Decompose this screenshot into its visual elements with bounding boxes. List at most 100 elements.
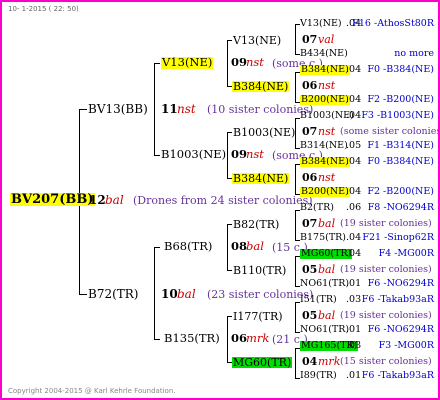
date-stamp: 10- 1-2015 ( 22: 50) bbox=[8, 5, 79, 13]
gen4-breeder: mrk bbox=[318, 355, 341, 368]
pedigree-frame: { "header": { "date": "10- 1-2015 ( 22: … bbox=[0, 0, 440, 400]
gen4-breeder: nst bbox=[318, 125, 336, 138]
gen4-origin: F2 -B200(NE) bbox=[367, 94, 434, 105]
gen4-year-code: .01 bbox=[346, 324, 362, 335]
gen4-year-code: .03 bbox=[346, 340, 362, 351]
gen4-queen[interactable]: B384(NE) bbox=[300, 157, 350, 167]
gen4-note: (15 sister colonies) bbox=[340, 356, 432, 367]
gen4-note: (19 sister colonies) bbox=[340, 264, 432, 275]
gen4-queen[interactable]: B434(NE) bbox=[300, 49, 348, 59]
gen4-origin: F6 -NO6294R bbox=[367, 278, 434, 289]
gen3-b2-queen[interactable]: B384(NE) bbox=[232, 173, 290, 184]
gen4-year: 07 bbox=[302, 217, 318, 230]
gen4-year-code: .01 bbox=[346, 278, 362, 289]
gen4-year-code: .04 bbox=[346, 186, 362, 197]
gen1-lower-breeder: bal bbox=[177, 287, 196, 301]
gen2-a-breeder: nst bbox=[246, 55, 264, 69]
gen4-origin: F6 -NO6294R bbox=[367, 324, 434, 335]
gen2-d-year: 06 bbox=[231, 331, 248, 345]
gen4-origin: F4 -MG00R bbox=[378, 248, 434, 259]
gen4-note: (19 sister colonies) bbox=[340, 310, 432, 321]
gen4-year: 05 bbox=[302, 263, 318, 276]
gen3-d1-queen[interactable]: I177(TR) bbox=[233, 311, 283, 322]
bracket-b72 bbox=[154, 247, 155, 339]
gen3-c1-queen[interactable]: B82(TR) bbox=[233, 219, 279, 230]
gen4-breeder: val bbox=[318, 33, 335, 46]
gen1-lower-year: 10 bbox=[161, 287, 178, 301]
gen3-c2-queen[interactable]: B110(TR) bbox=[233, 265, 286, 276]
gen1-lower-queen[interactable]: B72(TR) bbox=[88, 288, 139, 300]
gen3-b1-queen[interactable]: B1003(NE) bbox=[233, 127, 295, 138]
gen4-origin: F1 -B314(NE) bbox=[367, 140, 434, 151]
gen2-a-year: 09 bbox=[231, 55, 248, 69]
gen4-queen[interactable]: V13(NE) bbox=[300, 19, 342, 29]
gen4-breeder: bal bbox=[318, 309, 336, 322]
root-note: (Drones from 24 sister colonies) bbox=[133, 194, 313, 207]
gen4-origin: F3 -MG00R bbox=[378, 340, 434, 351]
gen3-a1-queen[interactable]: V13(NE) bbox=[233, 35, 281, 46]
gen4-origin: F3 -B1003(NE) bbox=[361, 110, 434, 121]
gen2-c-queen[interactable]: B68(TR) bbox=[164, 240, 212, 253]
gen4-queen[interactable]: B175(TR) bbox=[300, 233, 346, 243]
root-queen[interactable]: BV207(BB) bbox=[10, 193, 95, 206]
gen2-c-breeder: bal bbox=[246, 239, 264, 253]
gen4-year-code: .04 bbox=[346, 232, 362, 243]
gen4-year-code: .03 bbox=[346, 294, 362, 305]
gen4-origin: F6 -Takab93aR bbox=[361, 370, 434, 381]
gen4-queen[interactable]: B314(NE) bbox=[300, 141, 348, 151]
gen4-queen[interactable]: B2(TR) bbox=[300, 203, 334, 213]
root-year: 12 bbox=[89, 193, 106, 207]
gen4-year-code: .04 bbox=[346, 248, 362, 259]
gen4-queen[interactable]: I89(TR) bbox=[300, 371, 337, 381]
gen4-origin: F0 -B384(NE) bbox=[367, 64, 434, 75]
root-breeder: bal bbox=[105, 193, 124, 207]
gen4-origin: no more bbox=[394, 48, 434, 59]
gen4-origin: F0 -B384(NE) bbox=[367, 156, 434, 167]
gen1-upper-year: 11 bbox=[161, 102, 178, 116]
gen4-year-code: .04 bbox=[346, 64, 362, 75]
gen4-breeder: nst bbox=[318, 171, 336, 184]
gen4-queen[interactable]: B384(NE) bbox=[300, 65, 350, 75]
gen1-upper-queen[interactable]: BV13(BB) bbox=[88, 103, 148, 115]
gen4-year-code: .06 bbox=[346, 202, 362, 213]
gen4-queen[interactable]: I51(TR) bbox=[300, 295, 337, 305]
copyright: Copyright 2004-2015 @ Karl Kehrle Founda… bbox=[8, 387, 176, 395]
gen2-b-year: 09 bbox=[231, 147, 248, 161]
gen4-year: 07 bbox=[302, 125, 318, 138]
gen4-note: (19 sister colonies) bbox=[340, 218, 432, 229]
gen4-year: 06 bbox=[302, 79, 318, 92]
gen2-b-breeder: nst bbox=[246, 147, 264, 161]
gen2-b-queen[interactable]: B1003(NE) bbox=[161, 148, 226, 161]
gen2-d-queen[interactable]: B135(TR) bbox=[164, 332, 220, 345]
gen4-queen[interactable]: MG60(TR) bbox=[300, 249, 353, 259]
gen4-queen[interactable]: B200(NE) bbox=[300, 95, 350, 105]
gen4-origin: F8 -NO6294R bbox=[367, 202, 434, 213]
gen4-note: (some sister colonies) bbox=[340, 126, 440, 137]
gen4-year: 04 bbox=[302, 355, 318, 368]
gen4-origin: F16 -AthosSt80R bbox=[352, 18, 434, 29]
gen2-d-breeder: mrk bbox=[246, 331, 270, 345]
gen3-d2-queen[interactable]: MG60(TR) bbox=[232, 357, 293, 368]
gen4-origin: F2 -B200(NE) bbox=[367, 186, 434, 197]
gen4-year-code: .01 bbox=[346, 370, 362, 381]
gen4-origin: F6 -Takab93aR bbox=[361, 294, 434, 305]
gen4-year-code: .04 bbox=[346, 156, 362, 167]
gen4-queen[interactable]: NO61(TR) bbox=[300, 325, 349, 335]
gen4-queen[interactable]: B200(NE) bbox=[300, 187, 350, 197]
bracket-bv13 bbox=[154, 63, 155, 155]
gen4-breeder: bal bbox=[318, 263, 336, 276]
gen2-a-queen[interactable]: V13(NE) bbox=[161, 56, 214, 69]
gen4-year-code: .04 bbox=[346, 94, 362, 105]
gen4-year: 05 bbox=[302, 309, 318, 322]
gen1-upper-breeder: nst bbox=[177, 102, 196, 116]
gen4-year-code: .05 bbox=[346, 140, 362, 151]
gen4-year: 06 bbox=[302, 171, 318, 184]
gen4-queen[interactable]: NO61(TR) bbox=[300, 279, 349, 289]
gen4-origin: F21 -Sinop62R bbox=[362, 232, 434, 243]
gen4-breeder: nst bbox=[318, 79, 336, 92]
gen3-a2-queen[interactable]: B384(NE) bbox=[232, 81, 290, 92]
gen2-c-year: 08 bbox=[231, 239, 248, 253]
gen1-lower-note: (23 sister colonies) bbox=[207, 288, 314, 301]
gen1-upper-note: (10 sister colonies) bbox=[207, 103, 314, 116]
gen4-year: 07 bbox=[302, 33, 318, 46]
